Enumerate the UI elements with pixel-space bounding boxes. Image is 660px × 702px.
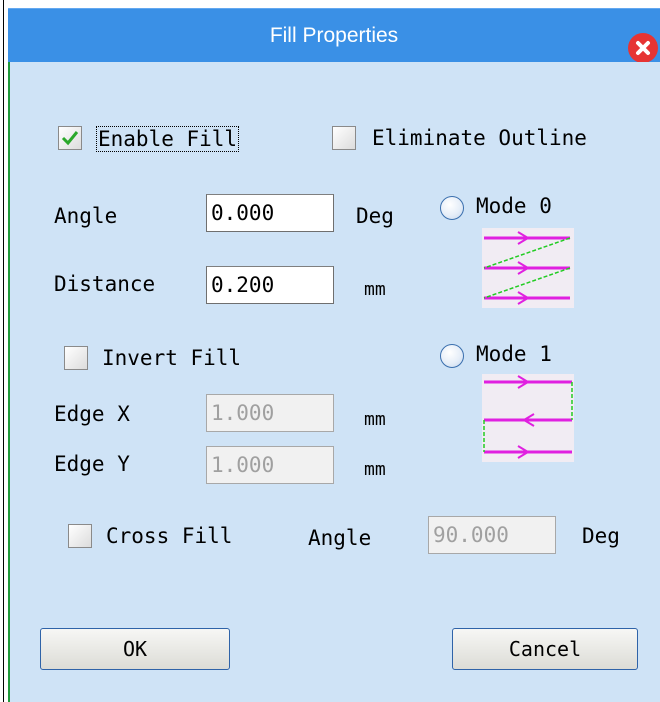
enable-fill-checkbox[interactable] [58, 126, 82, 150]
bidirectional-fill-icon [483, 375, 573, 459]
edge-x-input[interactable]: 1.000 [206, 394, 334, 432]
distance-unit: mm [364, 279, 386, 300]
distance-input[interactable]: 0.200 [206, 266, 334, 304]
background-edge [0, 0, 7, 702]
mode1-radio[interactable] [440, 344, 464, 368]
edge-y-input[interactable]: 1.000 [206, 446, 334, 484]
zigzag-fill-icon [483, 231, 571, 305]
mode0-label[interactable]: Mode 0 [476, 194, 552, 218]
cross-fill-checkbox[interactable] [68, 524, 92, 548]
mode0-radio[interactable] [440, 196, 464, 220]
ok-button[interactable]: OK [40, 628, 230, 670]
checkmark-icon [61, 131, 79, 146]
edge-y-unit: mm [364, 459, 386, 480]
edge-x-label: Edge X [54, 402, 130, 426]
cross-angle-label: Angle [308, 526, 372, 550]
invert-fill-checkbox[interactable] [64, 346, 88, 370]
mode1-preview [482, 374, 574, 462]
title-bar[interactable]: Fill Properties [8, 8, 660, 63]
window-title: Fill Properties [269, 24, 399, 47]
angle-input[interactable]: 0.000 [206, 194, 334, 232]
eliminate-outline-checkbox[interactable] [332, 126, 356, 150]
enable-fill-label[interactable]: Enable Fill [96, 126, 240, 152]
close-button[interactable] [628, 33, 658, 63]
cross-angle-input[interactable]: 90.000 [428, 516, 556, 554]
fill-properties-dialog: Fill Properties Enable Fill Eliminate Ou… [0, 0, 660, 702]
distance-label: Distance [54, 272, 156, 296]
edge-y-label: Edge Y [54, 452, 130, 476]
mode1-label[interactable]: Mode 1 [476, 342, 552, 366]
mode0-preview [482, 228, 574, 308]
cancel-button[interactable]: Cancel [452, 628, 638, 670]
cross-angle-unit: Deg [582, 524, 620, 548]
cross-fill-label[interactable]: Cross Fill [106, 524, 232, 548]
invert-fill-label[interactable]: Invert Fill [102, 346, 241, 370]
edge-x-unit: mm [364, 409, 386, 430]
angle-label: Angle [54, 204, 118, 228]
dialog-body: Enable Fill Eliminate Outline Angle 0.00… [8, 62, 660, 702]
eliminate-outline-label[interactable]: Eliminate Outline [372, 126, 587, 150]
close-icon [636, 41, 650, 55]
angle-unit: Deg [356, 204, 394, 228]
